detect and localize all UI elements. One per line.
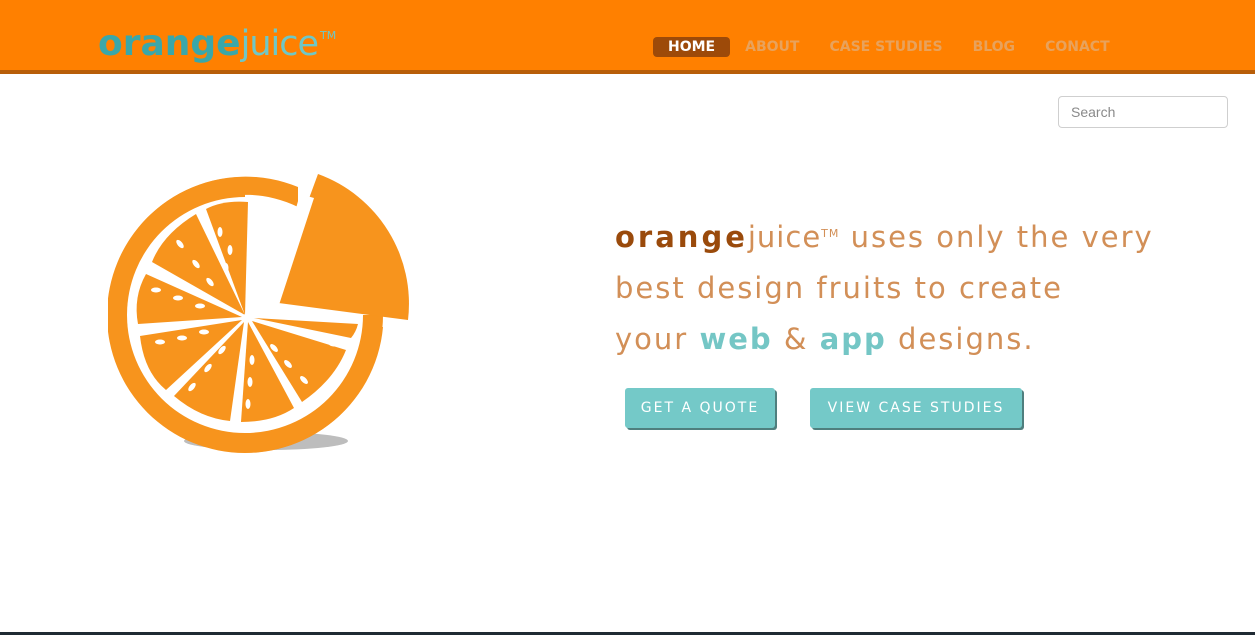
orange-center — [242, 314, 250, 322]
tagline-web: web — [699, 322, 773, 356]
nav-item-blog[interactable]: BLOG — [973, 37, 1016, 57]
tagline-app: app — [819, 322, 887, 356]
tagline-line1: uses only the very — [839, 220, 1154, 254]
tagline-line3-end: designs. — [886, 322, 1035, 356]
tagline-line2: best design fruits to create — [615, 271, 1064, 305]
get-quote-button[interactable]: GET A QUOTE — [625, 388, 775, 428]
main-nav: HOME ABOUT CASE STUDIES BLOG CONACT — [653, 37, 1140, 57]
nav-item-about[interactable]: ABOUT — [745, 37, 799, 57]
logo-trademark: TM — [320, 29, 337, 42]
logo-link[interactable]: orangejuice TM — [98, 22, 336, 66]
tagline-amp: & — [772, 322, 820, 356]
tagline-line3-start: your — [615, 322, 700, 356]
hero-tagline: orangejuiceTM uses only the very best de… — [615, 208, 1235, 365]
view-case-studies-button[interactable]: VIEW CASE STUDIES — [810, 388, 1022, 428]
nav-item-case-studies[interactable]: CASE STUDIES — [829, 37, 942, 57]
search-input[interactable] — [1058, 96, 1228, 128]
header-bar: orangejuice TM HOME ABOUT CASE STUDIES BL… — [0, 0, 1255, 74]
tagline-brand-orange: orange — [615, 220, 748, 254]
tagline-brand-juice: juice — [747, 220, 822, 254]
logo-word-orange: orange — [98, 23, 241, 64]
orange-slice-icon — [108, 174, 409, 453]
logo-word-juice: juice — [240, 24, 319, 64]
nav-item-home[interactable]: HOME — [653, 37, 731, 57]
tagline-trademark: TM — [821, 227, 840, 240]
nav-item-contact[interactable]: CONACT — [1045, 37, 1110, 57]
